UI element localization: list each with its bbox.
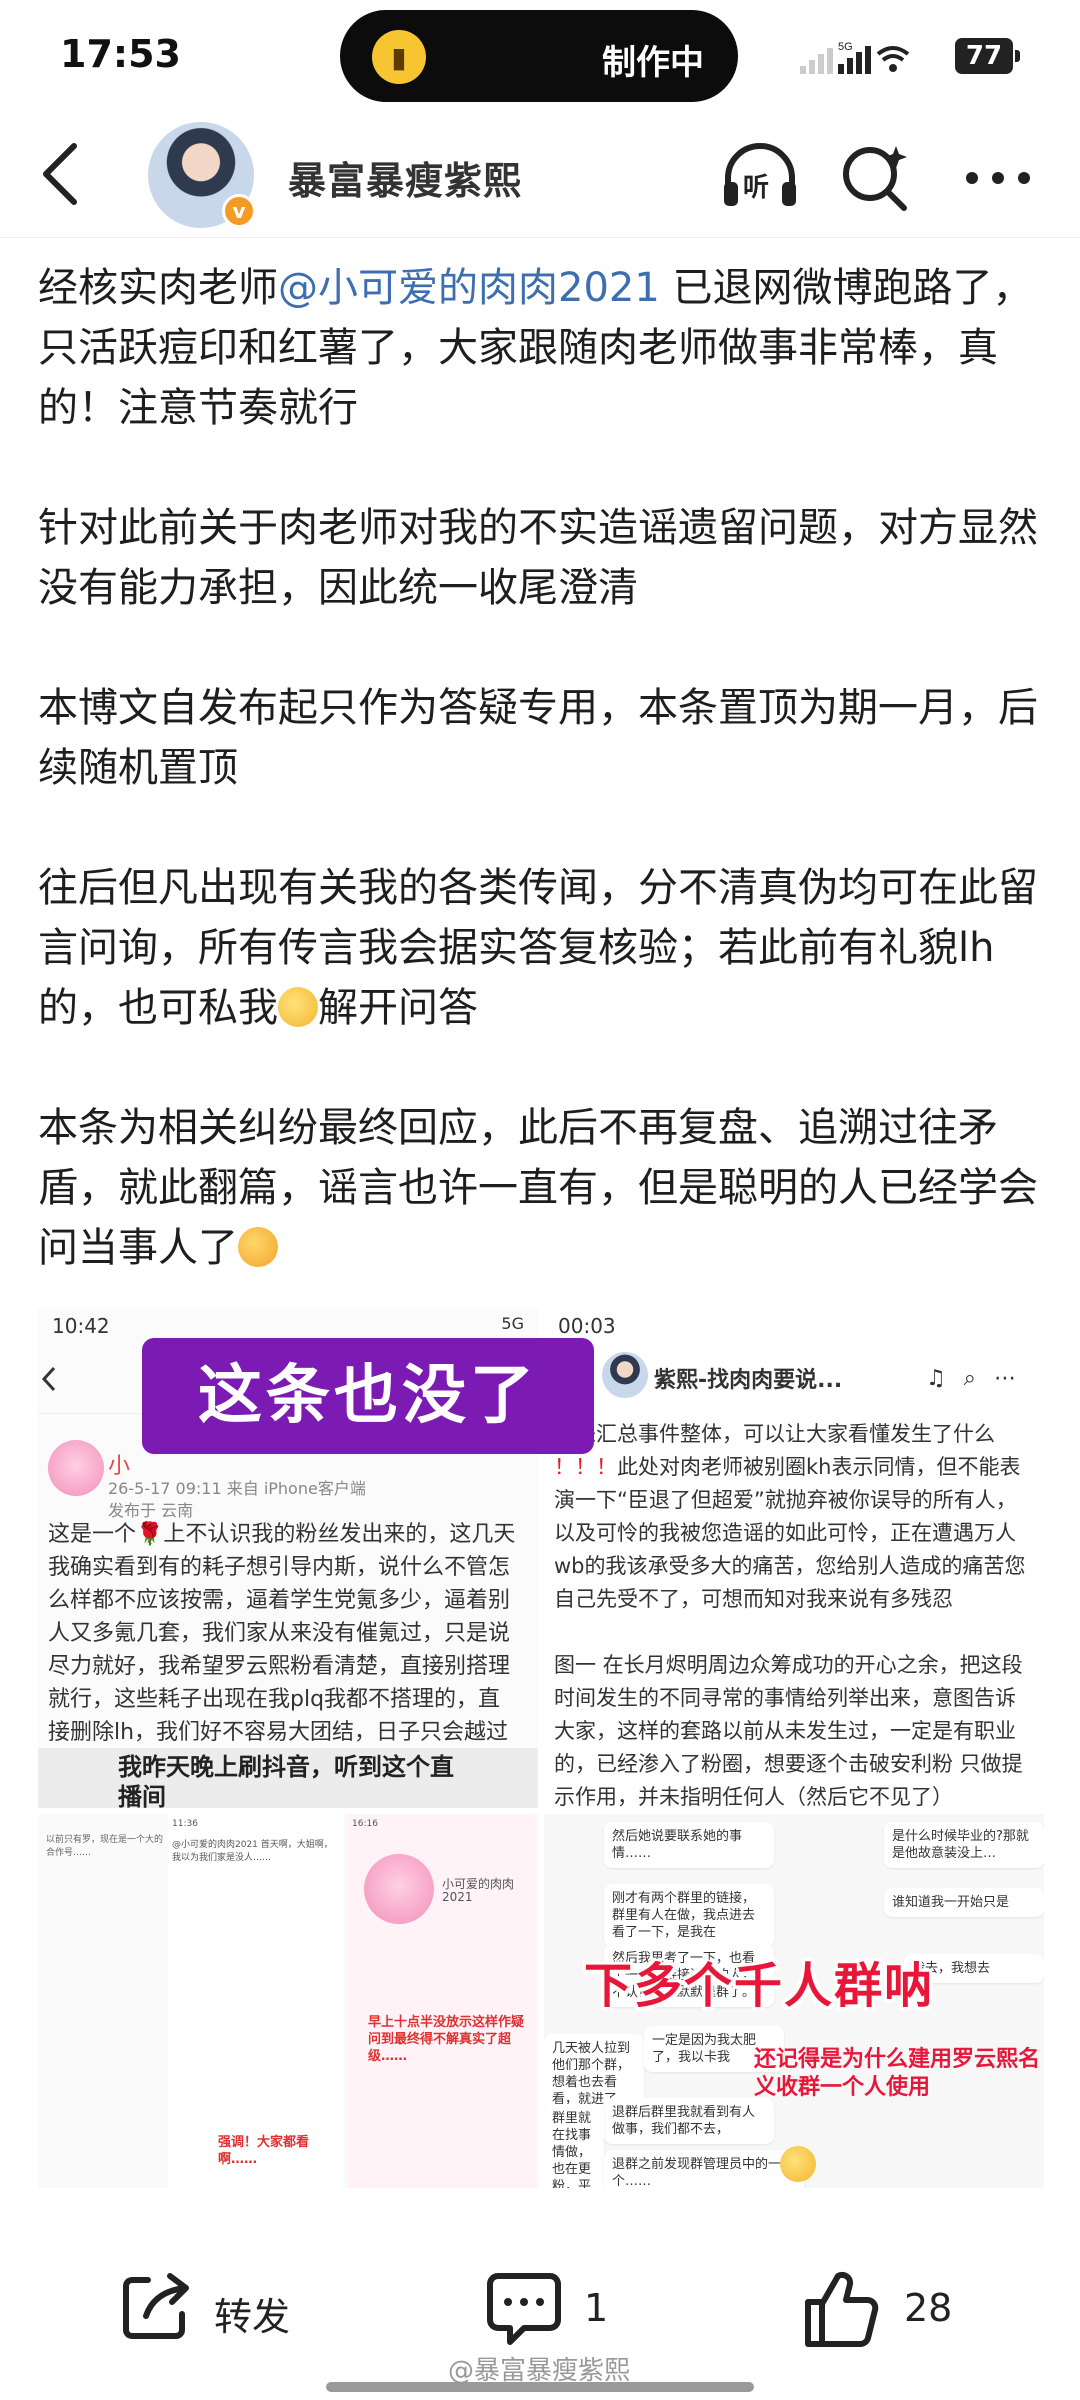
status-time: 17:53 bbox=[60, 32, 181, 76]
svg-text:听: 听 bbox=[743, 173, 769, 203]
screenshot-text: 这是一个🌹上不认识我的粉丝发出来的，这几天我确实看到有的耗子想引导内斯，说什么不… bbox=[48, 1522, 516, 1778]
screenshot-toolbar-icons: ♫⌕⋯ bbox=[925, 1366, 1034, 1391]
screenshot-avatar bbox=[602, 1352, 648, 1398]
post-paragraph-1: 经核实肉老师@小可爱的肉肉2021 已退网微博跑路了，只活跃痘印和红薯了，大家跟… bbox=[38, 265, 1033, 431]
post-body: 经核实肉老师@小可爱的肉肉2021 已退网微博跑路了，只活跃痘印和红薯了，大家跟… bbox=[38, 258, 1044, 1338]
post-header: v 暴富暴瘦紫熙 听 bbox=[0, 110, 1080, 238]
screenshot-column-b: 11:36 @小可爱的肉肉2021 首天啊，大姐啊，我以为我们家是没人…… 强调… bbox=[168, 1814, 344, 2188]
thumbs-up-icon bbox=[805, 2271, 879, 2347]
back-icon[interactable] bbox=[30, 136, 100, 212]
comment-count: 1 bbox=[584, 2286, 609, 2330]
share-icon bbox=[123, 2273, 189, 2339]
comment-button[interactable]: 1 bbox=[484, 2268, 624, 2358]
image-screenshot-4[interactable]: 然后她说要联系她的事情…… 是什么时候毕业的?那就是他故意装没上… 刚才有两个群… bbox=[544, 1814, 1044, 2188]
image-screenshot-2[interactable]: 00:03 紫熙-找肉肉要说... ♫⌕⋯ 熙来汇总事件整体，可以让大家看懂发生… bbox=[544, 1308, 1044, 1808]
status-bar: 17:53 ▮ 制作中 5G 77 bbox=[0, 0, 1080, 110]
signal-wifi-icon: 5G bbox=[800, 41, 910, 74]
battery-indicator: 77 bbox=[955, 38, 1020, 74]
recording-app-icon: ▮ bbox=[372, 30, 426, 84]
post-paragraph-2: 针对此前关于肉老师对我的不实造谣遗留问题，对方显然没有能力承担，因此统一收尾澄清 bbox=[38, 505, 1038, 611]
search-icon[interactable] bbox=[838, 140, 912, 214]
share-button[interactable]: 转发 bbox=[118, 2268, 318, 2358]
post-paragraph-4: 往后但凡出现有关我的各类传闻，分不清真伪均可在此留言问询，所有传言我会据实答复核… bbox=[38, 865, 1038, 1031]
share-label: 转发 bbox=[214, 2295, 291, 2339]
dynamic-island[interactable]: ▮ 制作中 bbox=[340, 10, 738, 102]
back-icon bbox=[41, 1366, 56, 1392]
author-name[interactable]: 暴富暴瘦紫熙 bbox=[288, 150, 522, 205]
dynamic-island-text: 制作中 bbox=[602, 43, 704, 83]
more-options-icon[interactable] bbox=[958, 140, 1038, 214]
screenshot-avatar bbox=[48, 1440, 104, 1496]
emoji-tipsy-icon bbox=[238, 1227, 278, 1267]
screenshot-column-a: 以前只有罗，现在是一个大的合作号…… bbox=[46, 1835, 164, 1858]
screenshot-column-c: 16:16 小可爱的肉肉2021 早上十点半没放示这样作疑问到最终得不解真实了超… bbox=[348, 1814, 538, 2188]
comment-icon bbox=[487, 2273, 561, 2345]
verified-badge-icon: v bbox=[222, 194, 256, 228]
screenshot-text: 熙来汇总事件整体，可以让大家看懂发生了什么 ！！！此处对肉老师被别圈kh表示同情… bbox=[554, 1422, 1026, 1808]
home-indicator[interactable] bbox=[326, 2382, 754, 2392]
image-screenshot-3[interactable]: 以前只有罗，现在是一个大的合作号…… 11:36 @小可爱的肉肉2021 首天啊… bbox=[38, 1814, 538, 2188]
like-button[interactable]: 28 bbox=[800, 2268, 960, 2358]
screenshot-avatar bbox=[364, 1854, 434, 1924]
post-paragraph-5: 本条为相关纠纷最终回应，此后不再复盘、追溯过往矛盾，就此翻篇，谣言也许一直有，但… bbox=[38, 1105, 1038, 1271]
image-overlay-label: 这条也没了 bbox=[142, 1338, 594, 1454]
screenshot-red-caption: 还记得是为什么建用罗云熙名义收群一个人使用 bbox=[754, 2047, 1041, 2100]
listen-headphones-icon[interactable]: 听 bbox=[718, 138, 802, 212]
mention-link[interactable]: @小可爱的肉肉2021 bbox=[278, 265, 660, 311]
svg-text:5G: 5G bbox=[838, 41, 853, 53]
screenshot-status-bar: 00:03 bbox=[558, 1314, 616, 1338]
screenshot-caption: 我昨天晚上刷抖音，听到这个直播间 吐槽了我就进去了，然后听得很开 bbox=[38, 1748, 538, 1808]
emoji-laugh-icon bbox=[780, 2146, 816, 2182]
screenshot-big-caption: 下多个千人群呐 bbox=[584, 1958, 935, 2014]
like-count: 28 bbox=[904, 2286, 953, 2330]
post-paragraph-3: 本博文自发布起只作为答疑专用，本条置顶为期一月，后续随机置顶 bbox=[38, 685, 1038, 791]
screenshot-title: 紫熙-找肉肉要说... bbox=[654, 1368, 843, 1393]
screenshot-meta: 小 26-5-17 09:11 来自 iPhone客户端 发布于 云南 bbox=[108, 1454, 366, 1521]
emoji-facepalm-icon bbox=[278, 987, 318, 1027]
